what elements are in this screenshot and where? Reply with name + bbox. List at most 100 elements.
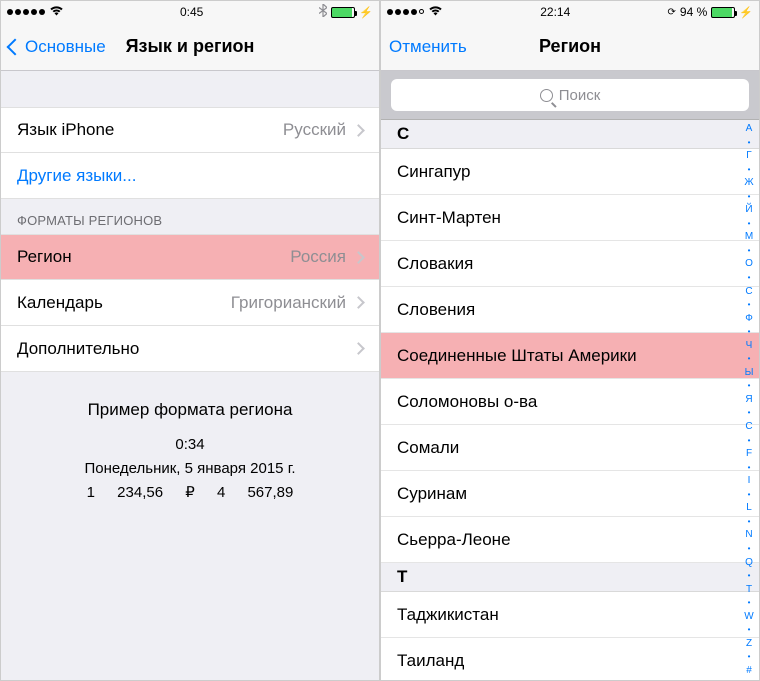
index-dot: • bbox=[741, 355, 757, 363]
index-letter[interactable]: А bbox=[741, 124, 757, 134]
orientation-lock-icon: ⟳ bbox=[668, 7, 676, 18]
row-value: Россия bbox=[290, 247, 346, 267]
row-advanced[interactable]: Дополнительно bbox=[1, 326, 379, 372]
phone-left: 0:45 ⚡ Основные Язык и регион Язык iPhon… bbox=[0, 0, 380, 681]
index-letter[interactable]: F bbox=[741, 449, 757, 459]
index-dot: • bbox=[741, 626, 757, 634]
region-format-example: Пример формата региона 0:34 Понедельник,… bbox=[1, 372, 379, 529]
example-num1: 1 234,56 ₽ bbox=[87, 484, 195, 501]
index-dot: • bbox=[741, 437, 757, 445]
index-dot: • bbox=[741, 491, 757, 499]
row-label: Другие языки... bbox=[17, 166, 363, 186]
index-letter[interactable]: Ч bbox=[741, 341, 757, 351]
row-label: Язык iPhone bbox=[17, 120, 283, 140]
signal-dots bbox=[387, 9, 424, 15]
example-num2: 4 567,89 bbox=[217, 484, 293, 501]
chevron-right-icon bbox=[352, 342, 365, 355]
chevron-right-icon bbox=[352, 251, 365, 264]
row-label: Календарь bbox=[17, 293, 231, 313]
index-letter[interactable]: О bbox=[741, 259, 757, 269]
index-dot: • bbox=[741, 518, 757, 526]
status-bar: 0:45 ⚡ bbox=[1, 1, 379, 23]
index-dot: • bbox=[741, 220, 757, 228]
battery-icon bbox=[711, 7, 735, 18]
index-letter[interactable]: Ы bbox=[741, 368, 757, 378]
region-row[interactable]: Словения bbox=[381, 287, 759, 333]
index-letter[interactable]: Г bbox=[741, 151, 757, 161]
region-list[interactable]: ССингапурСинт-МартенСловакияСловенияСоед… bbox=[381, 120, 759, 680]
region-row[interactable]: Соединенные Штаты Америки bbox=[381, 333, 759, 379]
index-letter[interactable]: Q bbox=[741, 558, 757, 568]
section-index-header: Т bbox=[381, 563, 759, 592]
charging-icon: ⚡ bbox=[359, 6, 373, 19]
row-value: Григорианский bbox=[231, 293, 346, 313]
example-time: 0:34 bbox=[17, 433, 363, 457]
index-dot: • bbox=[741, 653, 757, 661]
nav-bar: Основные Язык и регион bbox=[1, 23, 379, 71]
back-button[interactable]: Основные bbox=[9, 37, 106, 57]
index-dot: • bbox=[741, 193, 757, 201]
index-letter[interactable]: М bbox=[741, 232, 757, 242]
cancel-button[interactable]: Отменить bbox=[389, 37, 467, 57]
region-row[interactable]: Суринам bbox=[381, 471, 759, 517]
chevron-right-icon bbox=[352, 124, 365, 137]
chevron-right-icon bbox=[352, 296, 365, 309]
row-iphone-language[interactable]: Язык iPhone Русский bbox=[1, 107, 379, 153]
index-letter[interactable]: N bbox=[741, 530, 757, 540]
bluetooth-icon bbox=[319, 4, 327, 20]
section-index-bar[interactable]: А•Г•Ж•Й•М•О•С•Ф•Ч•Ы•Я•C•F•I•L•N•Q•T•W•Z•… bbox=[741, 124, 757, 676]
index-dot: • bbox=[741, 599, 757, 607]
section-index-header: С bbox=[381, 120, 759, 149]
index-letter[interactable]: # bbox=[741, 666, 757, 676]
row-region[interactable]: Регион Россия bbox=[1, 234, 379, 280]
index-letter[interactable]: Ф bbox=[741, 314, 757, 324]
region-row[interactable]: Таиланд bbox=[381, 638, 759, 680]
status-bar: 22:14 ⟳ 94 % ⚡ bbox=[381, 1, 759, 23]
index-dot: • bbox=[741, 382, 757, 390]
example-date: Понедельник, 5 января 2015 г. bbox=[17, 457, 363, 481]
index-letter[interactable]: W bbox=[741, 612, 757, 622]
example-title: Пример формата региона bbox=[17, 396, 363, 423]
nav-bar: Отменить Регион bbox=[381, 23, 759, 71]
battery-percent: 94 % bbox=[680, 5, 707, 19]
index-letter[interactable]: L bbox=[741, 503, 757, 513]
battery-icon bbox=[331, 7, 355, 18]
search-icon bbox=[540, 89, 553, 102]
wifi-icon bbox=[49, 5, 64, 19]
status-time: 0:45 bbox=[180, 5, 203, 19]
region-row[interactable]: Сомали bbox=[381, 425, 759, 471]
index-letter[interactable]: C bbox=[741, 422, 757, 432]
index-dot: • bbox=[741, 409, 757, 417]
region-row[interactable]: Сингапур bbox=[381, 149, 759, 195]
index-letter[interactable]: Ж bbox=[741, 178, 757, 188]
index-dot: • bbox=[741, 464, 757, 472]
index-letter[interactable]: Я bbox=[741, 395, 757, 405]
index-letter[interactable]: I bbox=[741, 476, 757, 486]
back-label: Основные bbox=[25, 37, 106, 57]
region-row[interactable]: Словакия bbox=[381, 241, 759, 287]
row-value: Русский bbox=[283, 120, 346, 140]
charging-icon: ⚡ bbox=[739, 6, 753, 19]
index-dot: • bbox=[741, 572, 757, 580]
region-row[interactable]: Синт-Мартен bbox=[381, 195, 759, 241]
region-row[interactable]: Сьерра-Леоне bbox=[381, 517, 759, 563]
index-letter[interactable]: T bbox=[741, 585, 757, 595]
index-letter[interactable]: Z bbox=[741, 639, 757, 649]
cancel-label: Отменить bbox=[389, 37, 467, 56]
index-dot: • bbox=[741, 301, 757, 309]
search-input[interactable]: Поиск bbox=[391, 79, 749, 111]
wifi-icon bbox=[428, 5, 443, 19]
index-dot: • bbox=[741, 328, 757, 336]
index-dot: • bbox=[741, 139, 757, 147]
index-dot: • bbox=[741, 274, 757, 282]
index-letter[interactable]: С bbox=[741, 287, 757, 297]
index-letter[interactable]: Й bbox=[741, 205, 757, 215]
region-row[interactable]: Соломоновы о-ва bbox=[381, 379, 759, 425]
chevron-left-icon bbox=[7, 38, 24, 55]
region-row[interactable]: Таджикистан bbox=[381, 592, 759, 638]
row-calendar[interactable]: Календарь Григорианский bbox=[1, 280, 379, 326]
search-bar: Поиск bbox=[381, 71, 759, 120]
row-other-languages[interactable]: Другие языки... bbox=[1, 153, 379, 199]
row-label: Регион bbox=[17, 247, 290, 267]
signal-dots bbox=[7, 9, 45, 15]
